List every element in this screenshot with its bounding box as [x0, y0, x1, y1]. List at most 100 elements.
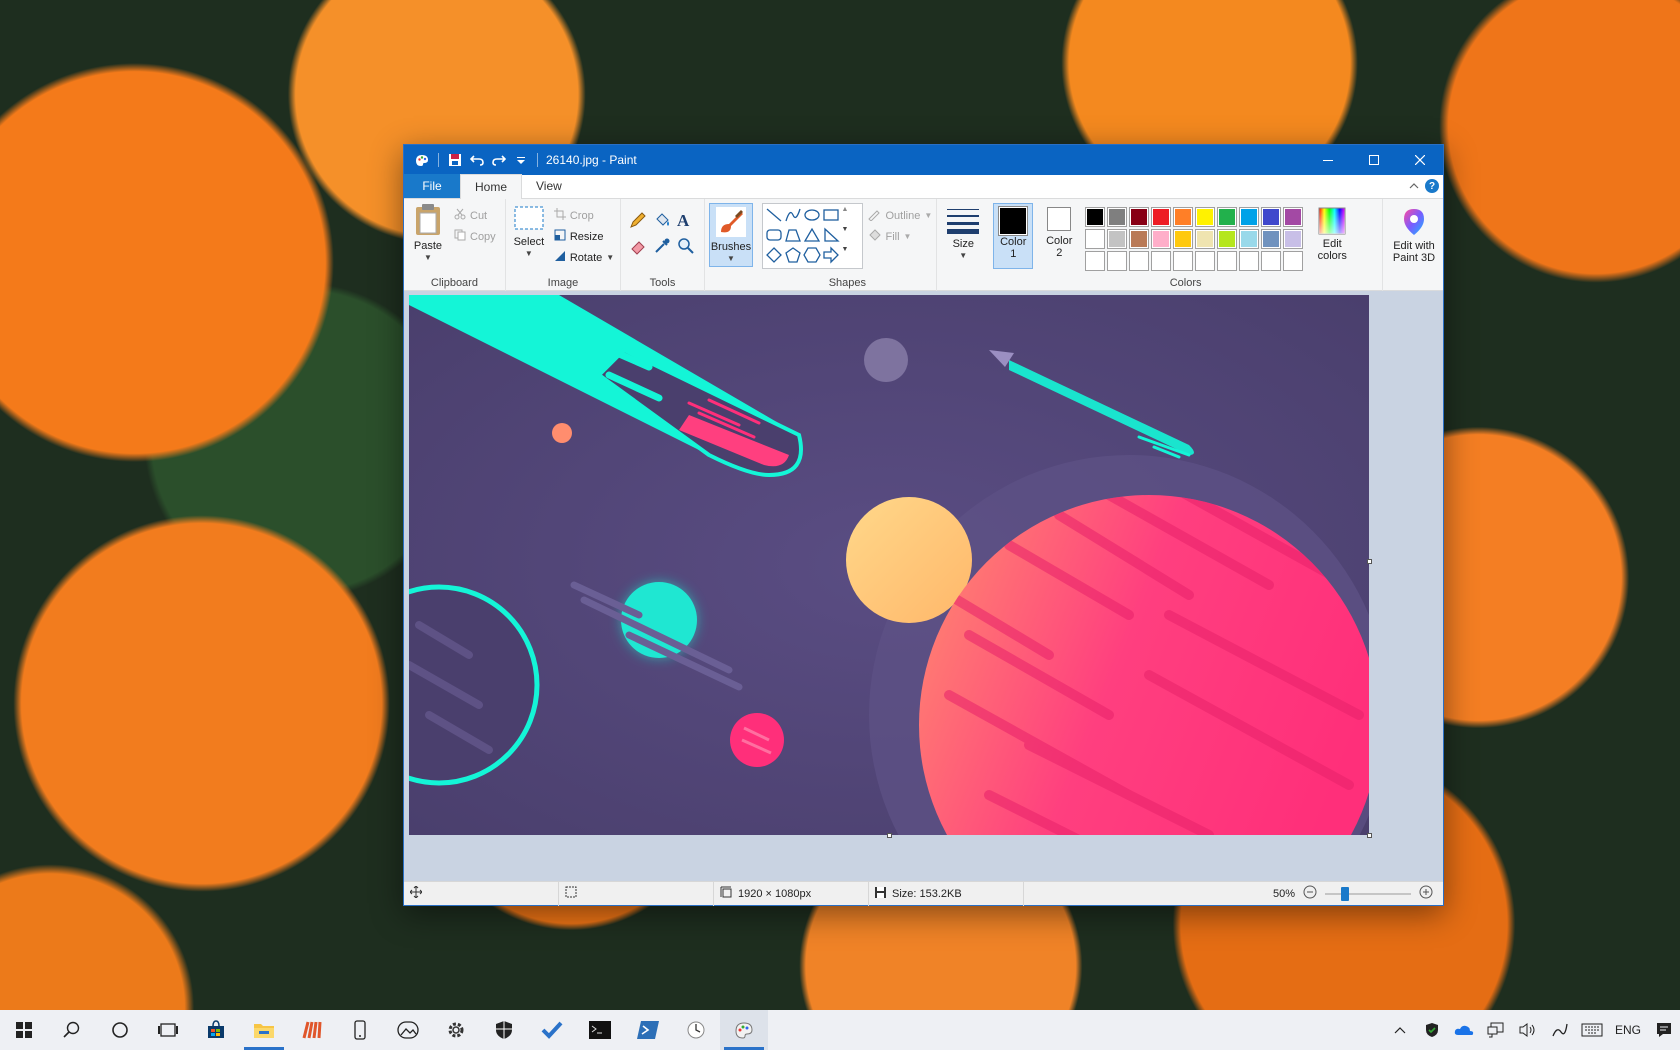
color-swatch[interactable] [1085, 207, 1106, 227]
canvas-area[interactable] [404, 291, 1443, 881]
color-swatch[interactable] [1217, 207, 1238, 227]
maximize-button[interactable] [1351, 145, 1397, 175]
zoom-out-icon[interactable] [1303, 885, 1317, 902]
security-shield-icon[interactable] [480, 1010, 528, 1050]
color-swatch[interactable] [1151, 251, 1172, 271]
color-swatch[interactable] [1151, 229, 1172, 249]
collapse-ribbon-icon[interactable] [1409, 179, 1419, 193]
touch-keyboard-icon[interactable] [1576, 1010, 1608, 1050]
image-canvas[interactable] [409, 295, 1369, 835]
help-icon[interactable]: ? [1425, 179, 1439, 193]
color-swatch[interactable] [1107, 251, 1128, 271]
cortana-icon[interactable] [96, 1010, 144, 1050]
terminal-icon[interactable] [576, 1010, 624, 1050]
edit-with-paint3d-button[interactable]: Edit with Paint 3D [1387, 203, 1441, 264]
outline-button[interactable]: Outline ▼ [867, 205, 932, 226]
color-swatch[interactable] [1239, 251, 1260, 271]
color1-button[interactable]: Color 1 [993, 203, 1034, 269]
magnifier-icon[interactable] [677, 237, 701, 263]
copy-button[interactable]: Copy [454, 226, 496, 247]
color-swatch[interactable] [1217, 229, 1238, 249]
eraser-icon[interactable] [629, 237, 653, 263]
zoom-slider-thumb[interactable] [1340, 886, 1349, 901]
color-swatch[interactable] [1239, 229, 1260, 249]
color-swatch[interactable] [1195, 251, 1216, 271]
color-swatch[interactable] [1283, 229, 1304, 249]
powershell-icon[interactable] [624, 1010, 672, 1050]
input-language[interactable]: ENG [1608, 1010, 1648, 1050]
color-swatch[interactable] [1239, 207, 1260, 227]
color-swatch[interactable] [1173, 251, 1194, 271]
size-button[interactable]: Size ▼ [941, 203, 985, 262]
color-swatch[interactable] [1217, 251, 1238, 271]
rectangle-shape-icon[interactable] [822, 206, 841, 226]
resize-handle-right[interactable] [1367, 559, 1372, 564]
rounded-rectangle-shape-icon[interactable] [765, 226, 784, 246]
pencil-icon[interactable] [629, 211, 653, 237]
color-swatch[interactable] [1195, 229, 1216, 249]
color-swatch[interactable] [1283, 251, 1304, 271]
tab-home[interactable]: Home [460, 174, 523, 199]
polygon-shape-icon[interactable] [784, 226, 803, 246]
right-arrow-shape-icon[interactable] [822, 246, 841, 266]
paint-taskbar-icon[interactable] [720, 1010, 768, 1050]
color-swatch[interactable] [1129, 207, 1150, 227]
start-button[interactable] [0, 1010, 48, 1050]
rotate-button[interactable]: Rotate ▼ [554, 247, 614, 268]
defender-tray-icon[interactable] [1416, 1010, 1448, 1050]
fill-button[interactable]: Fill ▼ [867, 226, 932, 247]
color-swatch[interactable] [1261, 207, 1282, 227]
color2-button[interactable]: Color 2 [1039, 203, 1079, 269]
paint-app-icon[interactable] [412, 150, 432, 170]
text-tool-icon[interactable]: A [677, 211, 701, 237]
onedrive-icon[interactable] [1448, 1010, 1480, 1050]
resize-handle-bottom[interactable] [887, 833, 892, 838]
scroll-down-icon[interactable]: ▼ [841, 226, 860, 246]
tab-view[interactable]: View [522, 174, 576, 198]
network-icon[interactable] [1480, 1010, 1512, 1050]
scroll-up-icon[interactable]: ▲ [841, 206, 860, 226]
file-explorer-icon[interactable] [240, 1010, 288, 1050]
task-view-icon[interactable] [144, 1010, 192, 1050]
color-swatch[interactable] [1085, 251, 1106, 271]
paste-button[interactable]: Paste ▼ [408, 203, 448, 264]
customize-qat-icon[interactable] [511, 150, 531, 170]
minimize-button[interactable] [1305, 145, 1351, 175]
color-swatch[interactable] [1261, 251, 1282, 271]
right-triangle-shape-icon[interactable] [822, 226, 841, 246]
hexagon-shape-icon[interactable] [803, 246, 822, 266]
photos-icon[interactable] [384, 1010, 432, 1050]
cut-button[interactable]: Cut [454, 205, 496, 226]
show-hidden-icons-icon[interactable] [1384, 1010, 1416, 1050]
line-shape-icon[interactable] [765, 206, 784, 226]
phone-icon[interactable] [336, 1010, 384, 1050]
redo-icon[interactable] [489, 150, 509, 170]
color-swatch[interactable] [1129, 229, 1150, 249]
zoom-slider[interactable] [1325, 886, 1411, 901]
color-swatch[interactable] [1151, 207, 1172, 227]
pen-ink-icon[interactable] [1544, 1010, 1576, 1050]
color-swatch[interactable] [1129, 251, 1150, 271]
settings-gear-icon[interactable] [432, 1010, 480, 1050]
resize-button[interactable]: Resize [554, 226, 614, 247]
color-swatch[interactable] [1173, 229, 1194, 249]
color-swatch[interactable] [1195, 207, 1216, 227]
app-pinned-icon[interactable] [288, 1010, 336, 1050]
shapes-more-icon[interactable]: ▼ [841, 246, 860, 266]
oval-shape-icon[interactable] [803, 206, 822, 226]
triangle-shape-icon[interactable] [803, 226, 822, 246]
color-swatch[interactable] [1173, 207, 1194, 227]
pentagon-shape-icon[interactable] [784, 246, 803, 266]
undo-icon[interactable] [467, 150, 487, 170]
zoom-in-icon[interactable] [1419, 885, 1433, 902]
title-bar[interactable]: 26140.jpg - Paint [404, 145, 1443, 175]
curve-shape-icon[interactable] [784, 206, 803, 226]
todo-check-icon[interactable] [528, 1010, 576, 1050]
volume-icon[interactable] [1512, 1010, 1544, 1050]
notifications-icon[interactable] [1648, 1010, 1680, 1050]
diamond-shape-icon[interactable] [765, 246, 784, 266]
search-icon[interactable] [48, 1010, 96, 1050]
color-swatch[interactable] [1107, 229, 1128, 249]
resize-handle-corner[interactable] [1367, 833, 1372, 838]
clock-app-icon[interactable] [672, 1010, 720, 1050]
